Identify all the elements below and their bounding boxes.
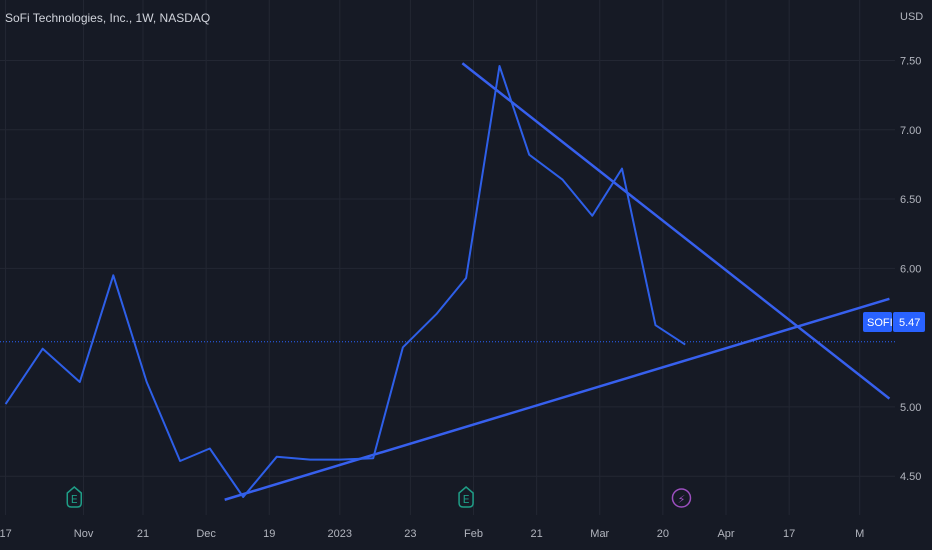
- x-tick-label: 17: [0, 528, 12, 540]
- earnings-label: E: [71, 493, 78, 506]
- x-tick-label: 19: [263, 528, 275, 540]
- x-tick-label: 21: [137, 528, 149, 540]
- y-tick-label: 4.50: [900, 471, 921, 483]
- time-axis[interactable]: 17 Nov 21 Dec 19 2023 23 Feb 21 Mar 20 Apr 17 M: [0, 528, 864, 540]
- y-tick-label: 6.00: [900, 263, 921, 275]
- dividend-label: ⚡: [678, 493, 686, 506]
- price-axis[interactable]: 4.50 5.00 6.00 6.50 7.00 7.50: [900, 55, 921, 483]
- x-tick-label: 21: [531, 528, 543, 540]
- x-tick-label: Apr: [717, 528, 734, 540]
- x-tick-label: Feb: [464, 528, 483, 540]
- x-tick-label: 23: [404, 528, 416, 540]
- currency-label: USD: [900, 11, 923, 23]
- event-markers[interactable]: E E ⚡: [66, 486, 692, 508]
- chart-window: E E ⚡ 4.50 5.00 6.00 6.50 7.00 7.50 17 Nov 21 Dec 1…: [0, 0, 932, 550]
- y-tick-label: 6.50: [900, 194, 921, 206]
- x-tick-label: 17: [783, 528, 795, 540]
- y-tick-label: 7.50: [900, 55, 921, 67]
- trendline-lower: [224, 297, 890, 501]
- trendlines[interactable]: [224, 62, 891, 501]
- x-tick-label: Dec: [196, 528, 216, 540]
- price-line: [4, 65, 686, 498]
- x-tick-label: Mar: [590, 528, 609, 540]
- earnings-marker[interactable]: E: [66, 486, 83, 508]
- price-label: 5.47: [899, 317, 920, 329]
- dividend-marker[interactable]: ⚡: [671, 488, 692, 508]
- x-tick-label: M: [855, 528, 864, 540]
- earnings-label: E: [463, 493, 470, 506]
- x-tick-label: 2023: [328, 528, 352, 540]
- trendline-upper: [461, 62, 891, 400]
- last-price-badge: SOFI 5.47: [863, 312, 925, 332]
- chart-title: SoFi Technologies, Inc., 1W, NASDAQ: [5, 11, 211, 25]
- x-tick-label: Nov: [74, 528, 94, 540]
- y-tick-label: 7.00: [900, 125, 921, 137]
- grid: [0, 0, 895, 515]
- x-tick-label: 20: [657, 528, 669, 540]
- symbol-label: SOFI: [867, 317, 893, 329]
- price-chart[interactable]: E E ⚡ 4.505.006.006.507.007.50 17 Nov 21 Dec 1…: [0, 0, 932, 550]
- earnings-marker[interactable]: E: [458, 486, 474, 508]
- y-tick-label: 5.00: [900, 402, 921, 414]
